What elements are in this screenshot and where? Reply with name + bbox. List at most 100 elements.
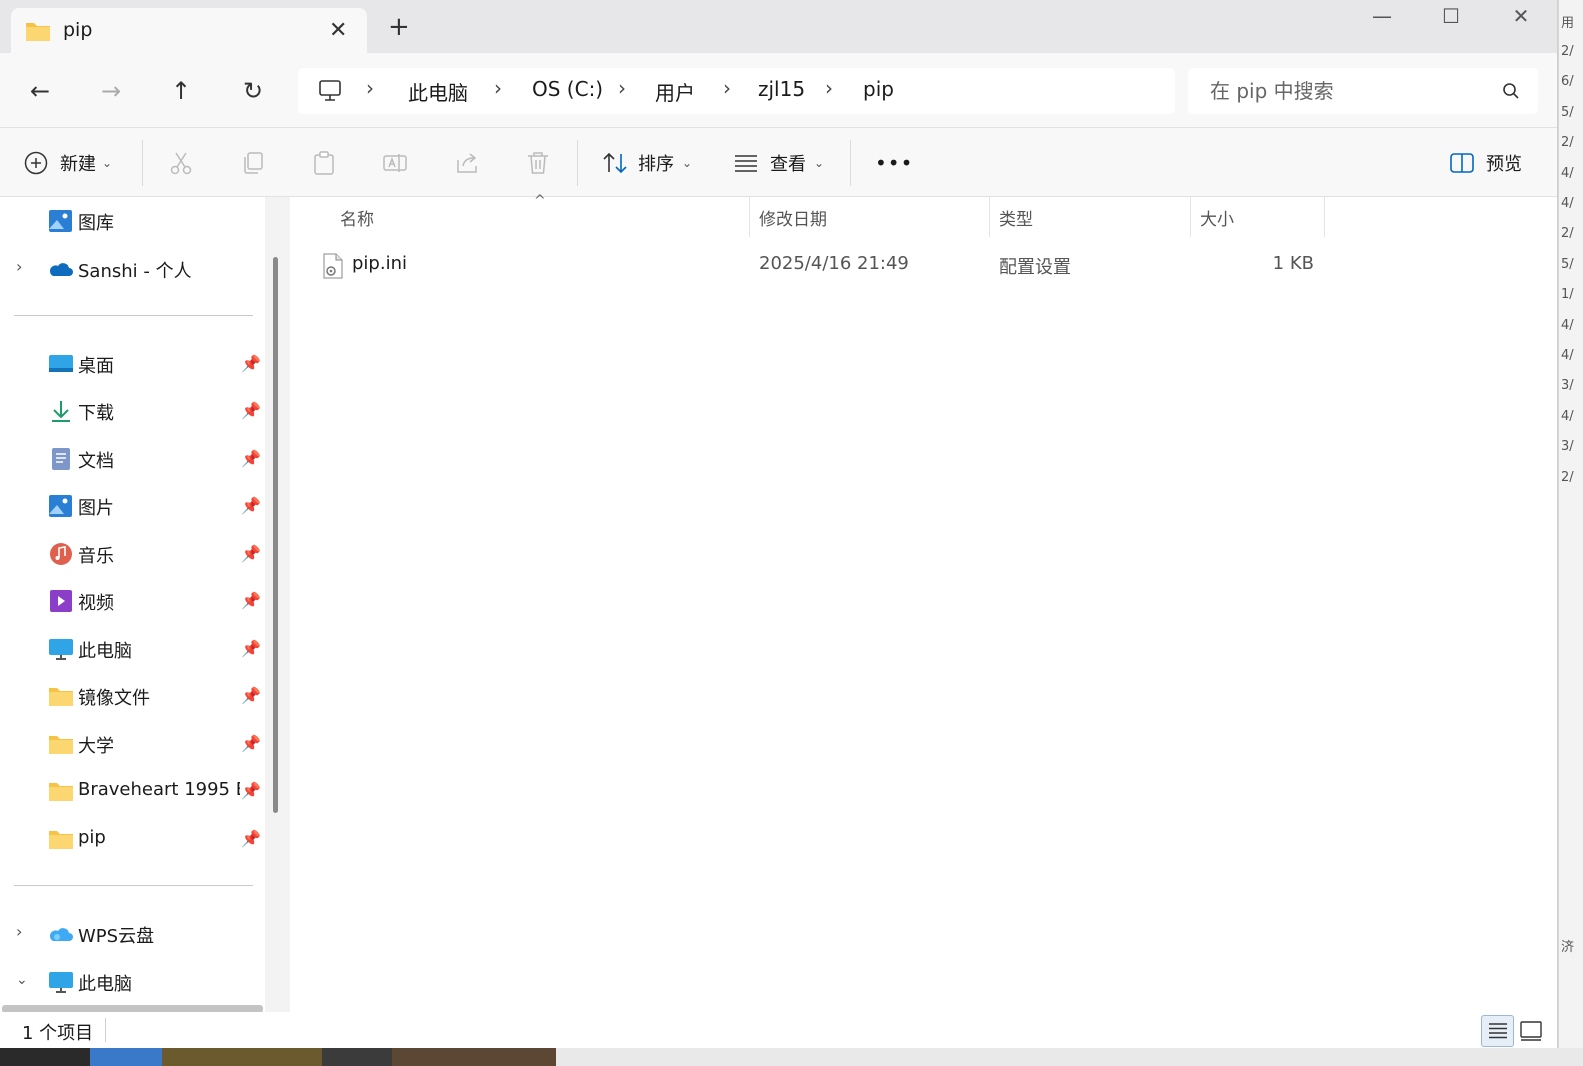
sidebar-item-videos[interactable]: 视频 📌 <box>0 579 265 623</box>
preview-pane-button[interactable]: 预览 <box>1450 128 1522 198</box>
background-text: 5/ <box>1561 105 1574 120</box>
chevron-right-icon[interactable]: › <box>16 257 22 276</box>
sidebar-item-braveheart[interactable]: Braveheart 1995 BF 📌 <box>0 769 265 813</box>
breadcrumb-os-c[interactable]: OS (C:) <box>532 77 603 101</box>
chevron-down-icon[interactable]: ⌄ <box>16 972 28 988</box>
sidebar-item-pip[interactable]: pip 📌 <box>0 817 265 861</box>
column-header-size[interactable]: 大小 <box>1200 205 1234 230</box>
rename-icon[interactable] <box>382 150 408 176</box>
chevron-right-icon[interactable]: › <box>618 76 626 100</box>
pin-icon[interactable]: 📌 <box>241 354 261 373</box>
paste-icon[interactable] <box>311 150 337 176</box>
large-icons-view-icon[interactable] <box>1519 1019 1543 1043</box>
pin-icon[interactable]: 📌 <box>241 544 261 563</box>
videos-icon <box>50 590 72 612</box>
title-bar: pip ✕ + — ☐ ✕ <box>0 0 1557 54</box>
sidebar-item-image-files[interactable]: 镜像文件 📌 <box>0 674 265 718</box>
file-type: 配置设置 <box>999 257 1071 278</box>
minimize-button[interactable]: — <box>1352 4 1412 34</box>
column-divider[interactable] <box>1190 197 1191 237</box>
sidebar-item-label: 文档 <box>78 451 114 472</box>
sidebar-item-label: Braveheart 1995 BF <box>78 779 240 800</box>
sort-button[interactable]: 排序 ⌄ <box>602 128 692 198</box>
column-divider[interactable] <box>749 197 750 237</box>
view-button[interactable]: 查看 ⌄ <box>734 128 824 198</box>
search-icon[interactable] <box>1502 82 1520 100</box>
column-header-type[interactable]: 类型 <box>999 205 1033 230</box>
list-view-icon <box>735 155 757 172</box>
pin-icon[interactable]: 📌 <box>241 781 261 800</box>
sidebar-item-desktop[interactable]: 桌面 📌 <box>0 342 265 386</box>
column-header-name[interactable]: 名称 <box>340 205 374 230</box>
sidebar-item-music[interactable]: 音乐 📌 <box>0 532 265 576</box>
sidebar-item-label: 音乐 <box>78 546 114 567</box>
column-divider[interactable] <box>1324 197 1325 237</box>
sidebar-item-gallery[interactable]: 图库 <box>0 199 265 243</box>
close-window-button[interactable]: ✕ <box>1491 4 1551 34</box>
pin-icon[interactable]: 📌 <box>241 734 261 753</box>
close-tab-icon[interactable]: ✕ <box>329 18 347 43</box>
details-view-button[interactable] <box>1481 1015 1514 1047</box>
chevron-right-icon[interactable]: › <box>723 76 731 100</box>
breadcrumb-users[interactable]: 用户 <box>655 77 695 106</box>
delete-icon[interactable] <box>525 150 551 176</box>
chevron-right-icon[interactable]: › <box>494 76 502 100</box>
sidebar-item-label: pip <box>78 827 106 848</box>
breadcrumb-pip[interactable]: pip <box>863 77 894 101</box>
sidebar-item-this-pc-pinned[interactable]: 此电脑 📌 <box>0 627 265 671</box>
chevron-right-icon[interactable]: › <box>16 922 22 941</box>
pin-icon[interactable]: 📌 <box>241 639 261 658</box>
chevron-right-icon[interactable]: › <box>366 76 374 100</box>
address-toolbar: ← → ↑ ↻ › 此电脑 › OS (C:) › 用户 › zjl15 › p… <box>0 53 1557 127</box>
back-button[interactable]: ← <box>22 73 58 109</box>
pin-icon[interactable]: 📌 <box>241 401 261 420</box>
refresh-button[interactable]: ↻ <box>235 73 271 109</box>
folder-icon <box>49 736 73 754</box>
copy-icon[interactable] <box>240 150 266 176</box>
search-input[interactable] <box>1208 68 1488 114</box>
chevron-right-icon[interactable]: › <box>825 76 833 100</box>
sidebar-item-this-pc[interactable]: ⌄ 此电脑 <box>0 960 265 1004</box>
up-button[interactable]: ↑ <box>163 73 199 109</box>
divider <box>105 1018 106 1042</box>
pin-icon[interactable]: 📌 <box>241 496 261 515</box>
background-text: 2/ <box>1561 135 1574 150</box>
pin-icon[interactable]: 📌 <box>241 591 261 610</box>
forward-button[interactable]: → <box>93 73 129 109</box>
breadcrumb-zjl15[interactable]: zjl15 <box>758 77 805 101</box>
sidebar-item-onedrive[interactable]: › Sanshi - 个人 <box>0 247 265 291</box>
sidebar-item-pictures[interactable]: 图片 📌 <box>0 484 265 528</box>
tab-pip[interactable]: pip ✕ <box>11 8 367 54</box>
pin-icon[interactable]: 📌 <box>241 449 261 468</box>
preview-pane-label: 预览 <box>1486 154 1522 175</box>
new-tab-button[interactable]: + <box>388 14 410 40</box>
column-header-modified[interactable]: 修改日期 <box>759 205 827 230</box>
address-bar[interactable]: › 此电脑 › OS (C:) › 用户 › zjl15 › pip <box>298 68 1175 114</box>
computer-icon[interactable] <box>318 79 342 103</box>
file-name[interactable]: pip.ini <box>352 253 407 274</box>
share-icon[interactable] <box>454 150 480 176</box>
new-button[interactable]: 新建 ⌄ <box>24 128 112 198</box>
column-divider[interactable] <box>989 197 990 237</box>
add-circle-icon <box>24 151 48 175</box>
pin-icon[interactable]: 📌 <box>241 829 261 848</box>
cut-icon[interactable] <box>168 150 194 176</box>
sidebar-item-wps-cloud[interactable]: › WPS云盘 <box>0 912 265 956</box>
background-text: 2/ <box>1561 470 1574 485</box>
search-box[interactable] <box>1188 68 1538 114</box>
sidebar-item-university[interactable]: 大学 📌 <box>0 722 265 766</box>
music-icon <box>50 543 72 565</box>
sidebar-item-downloads[interactable]: 下载 📌 <box>0 389 265 433</box>
pin-icon[interactable]: 📌 <box>241 686 261 705</box>
maximize-button[interactable]: ☐ <box>1421 4 1481 34</box>
sort-ascending-icon: ^ <box>534 193 546 209</box>
navigation-scrollbar[interactable] <box>273 257 278 813</box>
see-more-button[interactable]: ••• <box>875 128 913 198</box>
details-view-icon <box>1489 1023 1507 1039</box>
breadcrumb-this-pc[interactable]: 此电脑 <box>408 77 468 106</box>
sidebar-item-documents[interactable]: 文档 📌 <box>0 437 265 481</box>
divider <box>14 315 253 316</box>
table-row[interactable]: pip.ini 2025/4/16 21:49 配置设置 1 KB <box>320 245 1330 285</box>
background-thumbnail <box>322 1048 392 1066</box>
onedrive-cloud-icon <box>49 263 73 276</box>
